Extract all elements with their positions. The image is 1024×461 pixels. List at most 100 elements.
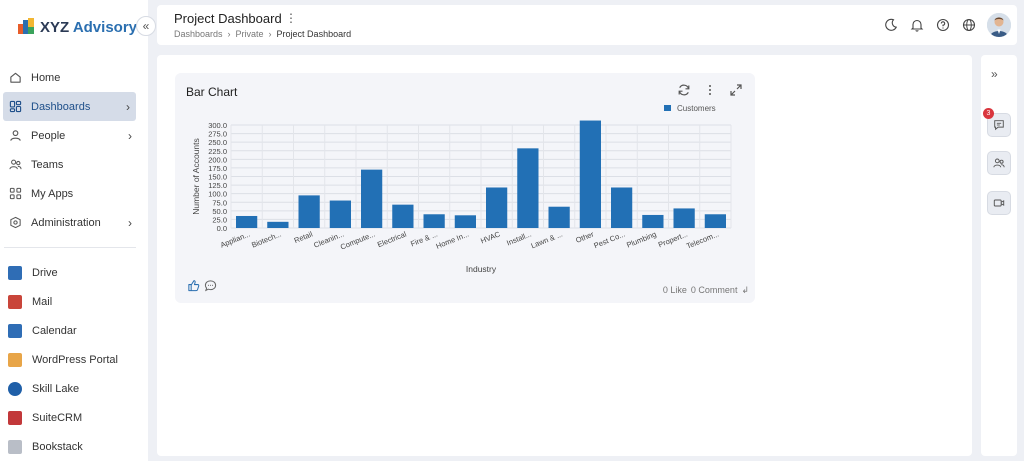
wordpress-icon [8, 352, 22, 367]
bar [611, 187, 633, 228]
bar [673, 208, 695, 228]
bar [548, 206, 570, 228]
sidebar-collapse-button[interactable]: « [136, 16, 156, 36]
calendar-icon [8, 323, 22, 338]
breadcrumb-item[interactable]: Private [236, 29, 264, 39]
bar [361, 169, 383, 228]
x-tick-label: Home In... [435, 230, 470, 251]
x-tick-label: Pest Co... [592, 230, 626, 251]
app-item-skill-lake[interactable]: Skill Lake [0, 374, 148, 403]
sidebar-item-label: Dashboards [31, 100, 91, 113]
sidebar-item-administration[interactable]: Administration › [0, 208, 148, 237]
sidebar-item-label: My Apps [31, 187, 74, 200]
expand-icon[interactable] [729, 83, 743, 97]
skill-lake-icon [8, 381, 22, 396]
widget-reactions [187, 279, 217, 297]
moon-icon[interactable] [883, 17, 899, 33]
admin-icon [8, 216, 22, 230]
contacts-button[interactable] [987, 151, 1011, 175]
expand-panel-icon[interactable]: » [991, 67, 998, 81]
help-icon[interactable] [935, 17, 951, 33]
x-tick-label: Install... [505, 230, 532, 248]
sidebar: XYZ Advisory Home Dashboards › People › [0, 0, 148, 461]
breadcrumb-item[interactable]: Dashboards [174, 29, 223, 39]
mail-icon [8, 294, 22, 309]
sidebar-item-home[interactable]: Home [0, 63, 148, 92]
sidebar-item-dashboards[interactable]: Dashboards › [3, 92, 136, 121]
x-tick-label: Telecom... [685, 230, 720, 251]
apps-icon [8, 187, 22, 201]
bar [329, 200, 351, 228]
video-call-icon [993, 199, 1005, 207]
y-tick-label: 175.0 [208, 164, 227, 173]
app-item-label: Mail [32, 295, 53, 308]
page-title: Project Dashboard [174, 11, 282, 26]
enter-icon: ↲ [741, 285, 749, 295]
bar-chart-widget: 0.0 25.0 50.0 75.0 100.0 125.0 150.0 175.0 200.0… [175, 73, 755, 303]
globe-icon[interactable] [961, 17, 977, 33]
sidebar-nav: Home Dashboards › People › Teams My Apps… [0, 63, 148, 461]
x-tick-label: Biotech... [250, 230, 282, 250]
y-tick-label: 150.0 [208, 173, 227, 182]
bar [704, 214, 726, 228]
x-tick-label: Retail [293, 229, 314, 245]
x-tick-label: Fire & ... [409, 230, 439, 249]
app-item-wordpress[interactable]: WordPress Portal [0, 345, 148, 374]
widget-title: Bar Chart [186, 85, 238, 99]
app-item-bookstack[interactable]: Bookstack [0, 432, 148, 461]
comment-count[interactable]: 0 Comment [691, 285, 738, 296]
page-header: Project Dashboard ⋮ Dashboards › Private… [157, 5, 1017, 45]
app-item-label: Calendar [32, 324, 77, 337]
dashboard-canvas: 0.0 25.0 50.0 75.0 100.0 125.0 150.0 175.0 200.0… [157, 55, 972, 456]
sidebar-item-label: Home [31, 71, 61, 84]
avatar[interactable] [987, 13, 1011, 37]
app-item-label: Drive [32, 266, 58, 279]
x-tick-label: Plumbing [625, 230, 657, 250]
dashboard-icon [8, 100, 22, 114]
widget-stats: 0 Like 0 Comment ↲ [663, 285, 749, 296]
bar [236, 215, 258, 228]
brand[interactable]: XYZ Advisory [18, 14, 137, 40]
app-item-drive[interactable]: Drive [0, 258, 148, 287]
legend-label: Customers [677, 104, 716, 113]
sidebar-item-my-apps[interactable]: My Apps [0, 179, 148, 208]
like-icon[interactable] [187, 279, 200, 297]
comment-icon[interactable] [204, 279, 217, 297]
chevron-right-icon: › [128, 215, 132, 230]
bar [423, 214, 445, 228]
sidebar-item-label: Teams [31, 158, 64, 171]
sidebar-item-people[interactable]: People › [0, 121, 148, 150]
legend-swatch [664, 105, 671, 111]
sidebar-divider [4, 247, 136, 248]
app-item-label: Bookstack [32, 440, 83, 453]
kebab-menu-icon[interactable] [703, 83, 717, 97]
breadcrumb-current: Project Dashboard [276, 29, 352, 39]
sidebar-item-teams[interactable]: Teams [0, 150, 148, 179]
x-tick-label: Electrical [376, 229, 408, 249]
refresh-icon[interactable] [677, 83, 691, 97]
app-item-suitecrm[interactable]: SuiteCRM [0, 403, 148, 432]
teams-icon [8, 158, 22, 172]
sidebar-item-label: People [31, 129, 66, 142]
widget-toolbar [677, 83, 743, 97]
chevron-right-icon: › [128, 128, 132, 143]
person-icon [8, 129, 22, 143]
sidebar-item-label: Administration [31, 216, 101, 229]
bell-icon[interactable] [909, 17, 925, 33]
chevron-right-icon: › [126, 99, 130, 114]
kebab-menu-icon[interactable]: ⋮ [285, 11, 297, 25]
chat-icon [994, 120, 1004, 131]
app-item-calendar[interactable]: Calendar [0, 316, 148, 345]
bar [392, 204, 414, 228]
x-tick-label: Compute... [339, 230, 376, 252]
bar [517, 148, 539, 228]
y-tick-label: 25.0 [212, 215, 227, 224]
y-tick-label: 200.0 [208, 155, 227, 164]
y-tick-label: 250.0 [208, 138, 227, 147]
app-item-label: SuiteCRM [32, 411, 83, 424]
app-item-mail[interactable]: Mail [0, 287, 148, 316]
meeting-button[interactable] [987, 191, 1011, 215]
y-tick-label: 75.0 [212, 198, 227, 207]
bar [267, 221, 289, 228]
notification-badge: 3 [983, 108, 994, 119]
